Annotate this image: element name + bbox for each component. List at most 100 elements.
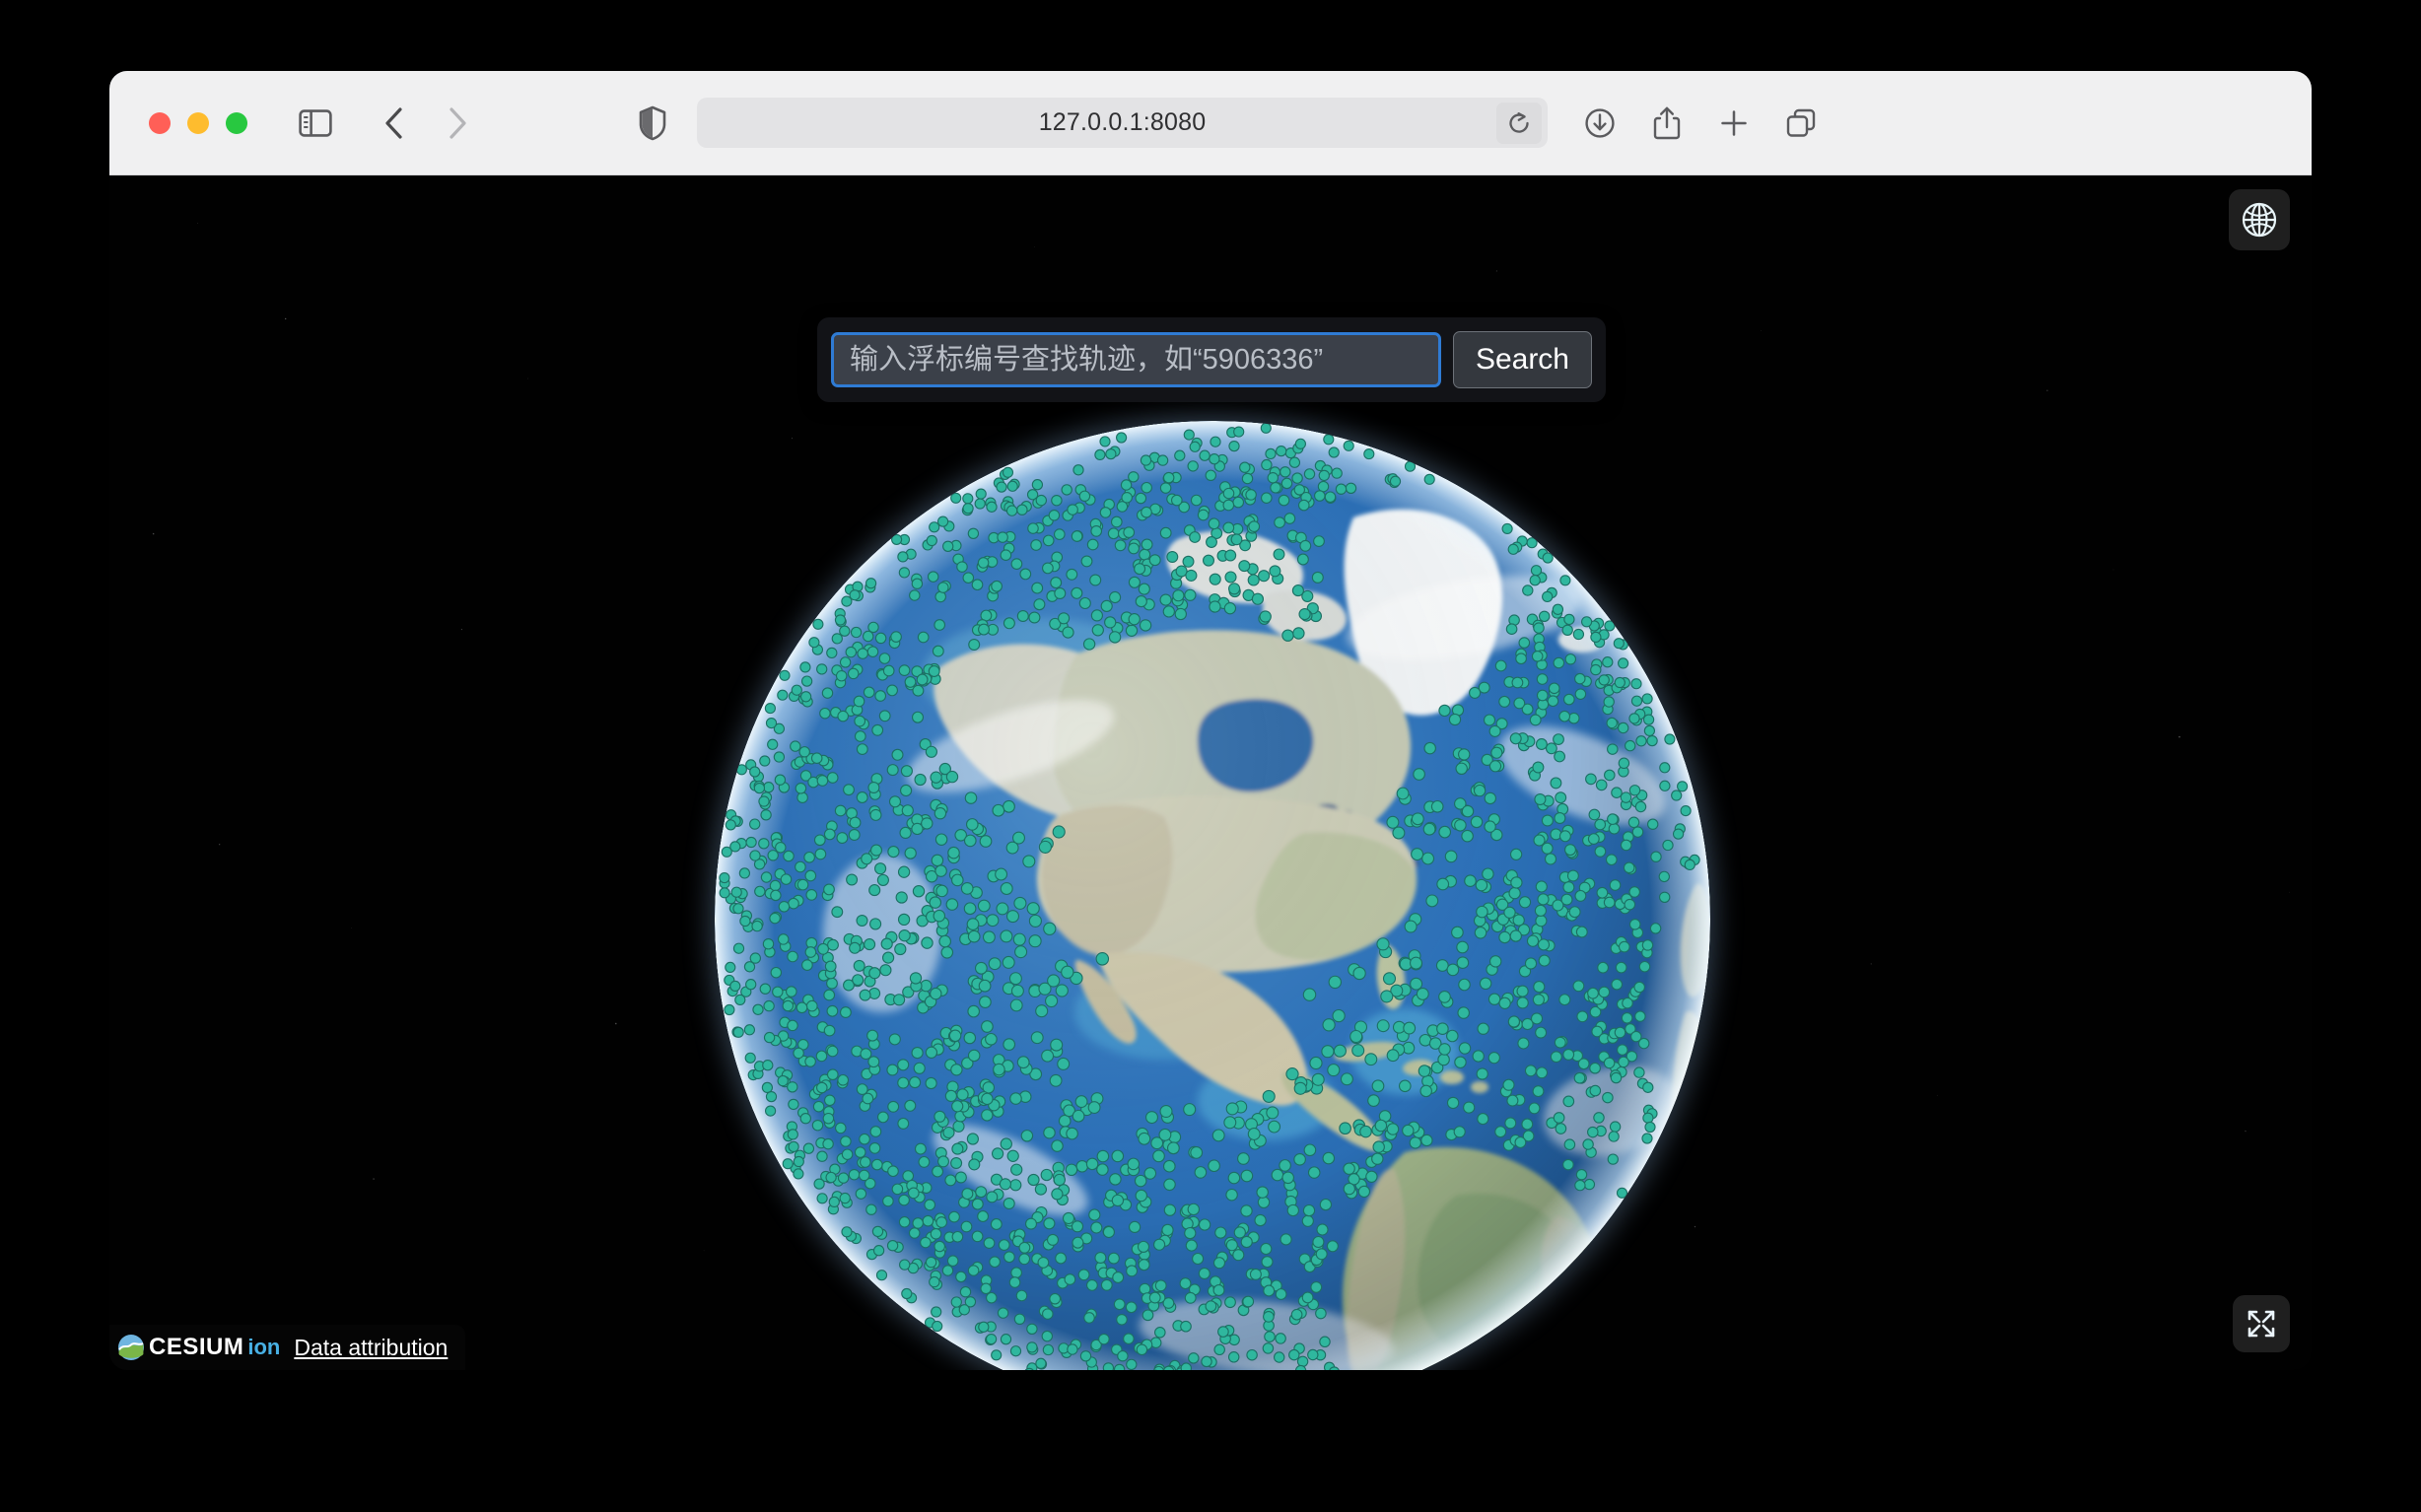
argo-float-marker[interactable] <box>887 765 898 776</box>
argo-float-marker[interactable] <box>1536 881 1547 892</box>
argo-float-marker[interactable] <box>1065 1274 1075 1285</box>
argo-float-marker[interactable] <box>817 1194 827 1203</box>
argo-float-marker[interactable] <box>1006 506 1016 515</box>
argo-float-marker[interactable] <box>1495 660 1506 671</box>
argo-float-marker[interactable] <box>1267 1107 1279 1119</box>
argo-float-marker[interactable] <box>1610 1122 1620 1132</box>
argo-float-marker[interactable] <box>1459 749 1470 760</box>
argo-float-marker[interactable] <box>1588 1127 1598 1136</box>
argo-float-marker[interactable] <box>1629 887 1639 897</box>
argo-float-marker[interactable] <box>1614 639 1624 649</box>
argo-float-marker[interactable] <box>764 1032 774 1042</box>
argo-float-marker[interactable] <box>1013 832 1025 844</box>
argo-float-marker[interactable] <box>1523 585 1533 595</box>
argo-float-marker[interactable] <box>840 626 850 636</box>
argo-float-marker[interactable] <box>828 939 839 950</box>
argo-float-marker[interactable] <box>1626 740 1635 750</box>
argo-float-marker[interactable] <box>996 868 1007 880</box>
argo-float-marker[interactable] <box>1353 967 1365 979</box>
argo-float-marker[interactable] <box>1188 1203 1199 1214</box>
argo-float-marker[interactable] <box>750 767 760 777</box>
argo-float-marker[interactable] <box>868 783 879 793</box>
argo-float-marker[interactable] <box>1352 1045 1364 1057</box>
argo-float-marker[interactable] <box>1188 461 1198 471</box>
argo-float-marker[interactable] <box>800 662 810 672</box>
argo-float-marker[interactable] <box>733 1027 743 1037</box>
argo-float-marker[interactable] <box>805 1057 815 1066</box>
argo-float-marker[interactable] <box>1489 725 1500 736</box>
argo-float-marker[interactable] <box>788 951 798 962</box>
argo-float-marker[interactable] <box>1214 1258 1225 1269</box>
argo-float-marker[interactable] <box>1314 536 1325 547</box>
argo-float-marker[interactable] <box>1114 1364 1124 1370</box>
argo-float-marker[interactable] <box>754 784 764 793</box>
argo-float-marker[interactable] <box>1685 859 1695 869</box>
argo-float-marker[interactable] <box>720 873 729 883</box>
argo-float-marker[interactable] <box>1537 674 1548 685</box>
argo-float-marker[interactable] <box>1233 1250 1244 1261</box>
argo-float-marker[interactable] <box>951 1065 962 1075</box>
argo-float-marker[interactable] <box>1044 923 1056 934</box>
argo-float-marker[interactable] <box>1574 1072 1585 1083</box>
argo-float-marker[interactable] <box>860 990 870 1000</box>
argo-float-marker[interactable] <box>770 913 780 923</box>
argo-float-marker[interactable] <box>1072 1221 1082 1232</box>
argo-float-marker[interactable] <box>934 1111 945 1122</box>
argo-float-marker[interactable] <box>1455 1057 1466 1067</box>
argo-float-marker[interactable] <box>865 939 875 950</box>
argo-float-marker[interactable] <box>1645 1122 1655 1132</box>
argo-float-marker[interactable] <box>820 709 830 719</box>
argo-float-marker[interactable] <box>1031 540 1042 551</box>
argo-float-marker[interactable] <box>1160 483 1170 493</box>
argo-float-marker[interactable] <box>1044 1218 1055 1229</box>
argo-float-marker[interactable] <box>1511 849 1522 859</box>
argo-float-marker[interactable] <box>1234 1227 1245 1238</box>
argo-float-marker[interactable] <box>811 753 821 763</box>
argo-float-marker[interactable] <box>901 766 912 777</box>
argo-float-marker[interactable] <box>1302 1215 1313 1226</box>
argo-float-marker[interactable] <box>1412 849 1423 860</box>
argo-float-marker[interactable] <box>1452 927 1464 938</box>
argo-float-marker[interactable] <box>1397 788 1409 799</box>
argo-float-marker[interactable] <box>1471 816 1482 827</box>
argo-float-marker[interactable] <box>1117 433 1127 443</box>
argo-float-marker[interactable] <box>1480 978 1490 989</box>
argo-float-marker[interactable] <box>1083 639 1094 650</box>
argo-float-marker[interactable] <box>902 1288 912 1298</box>
argo-float-marker[interactable] <box>1547 743 1557 754</box>
argo-float-marker[interactable] <box>1439 826 1451 838</box>
argo-float-marker[interactable] <box>1149 555 1160 566</box>
argo-float-marker[interactable] <box>901 785 912 795</box>
argo-float-marker[interactable] <box>1276 1289 1286 1300</box>
argo-float-marker[interactable] <box>1010 1346 1020 1356</box>
argo-float-marker[interactable] <box>791 741 800 751</box>
argo-float-marker[interactable] <box>1540 611 1550 621</box>
argo-float-marker[interactable] <box>1465 875 1477 887</box>
argo-float-marker[interactable] <box>1304 469 1314 479</box>
argo-float-marker[interactable] <box>925 1200 935 1210</box>
argo-float-marker[interactable] <box>789 898 799 909</box>
argo-float-marker[interactable] <box>1097 1164 1108 1175</box>
argo-float-marker[interactable] <box>914 1063 925 1073</box>
argo-float-marker[interactable] <box>1439 992 1451 1003</box>
argo-float-marker[interactable] <box>1017 611 1028 622</box>
argo-float-marker[interactable] <box>842 1149 852 1159</box>
argo-float-marker[interactable] <box>931 988 941 998</box>
argo-float-marker[interactable] <box>1665 734 1675 744</box>
argo-float-marker[interactable] <box>854 696 865 707</box>
argo-float-marker[interactable] <box>943 541 953 551</box>
argo-float-marker[interactable] <box>1551 1052 1561 1063</box>
argo-float-marker[interactable] <box>1270 566 1280 577</box>
argo-float-marker[interactable] <box>894 995 905 1005</box>
search-button[interactable]: Search <box>1453 331 1592 388</box>
argo-float-marker[interactable] <box>1554 657 1563 667</box>
argo-float-marker[interactable] <box>1241 1236 1252 1247</box>
argo-float-marker[interactable] <box>945 1090 956 1101</box>
argo-float-marker[interactable] <box>1264 1285 1275 1296</box>
argo-float-marker[interactable] <box>899 1217 909 1227</box>
argo-float-marker[interactable] <box>980 836 992 848</box>
argo-float-marker[interactable] <box>1198 510 1209 520</box>
argo-float-marker[interactable] <box>1126 1302 1137 1313</box>
argo-float-marker[interactable] <box>1096 953 1108 965</box>
argo-float-marker[interactable] <box>1610 880 1621 891</box>
